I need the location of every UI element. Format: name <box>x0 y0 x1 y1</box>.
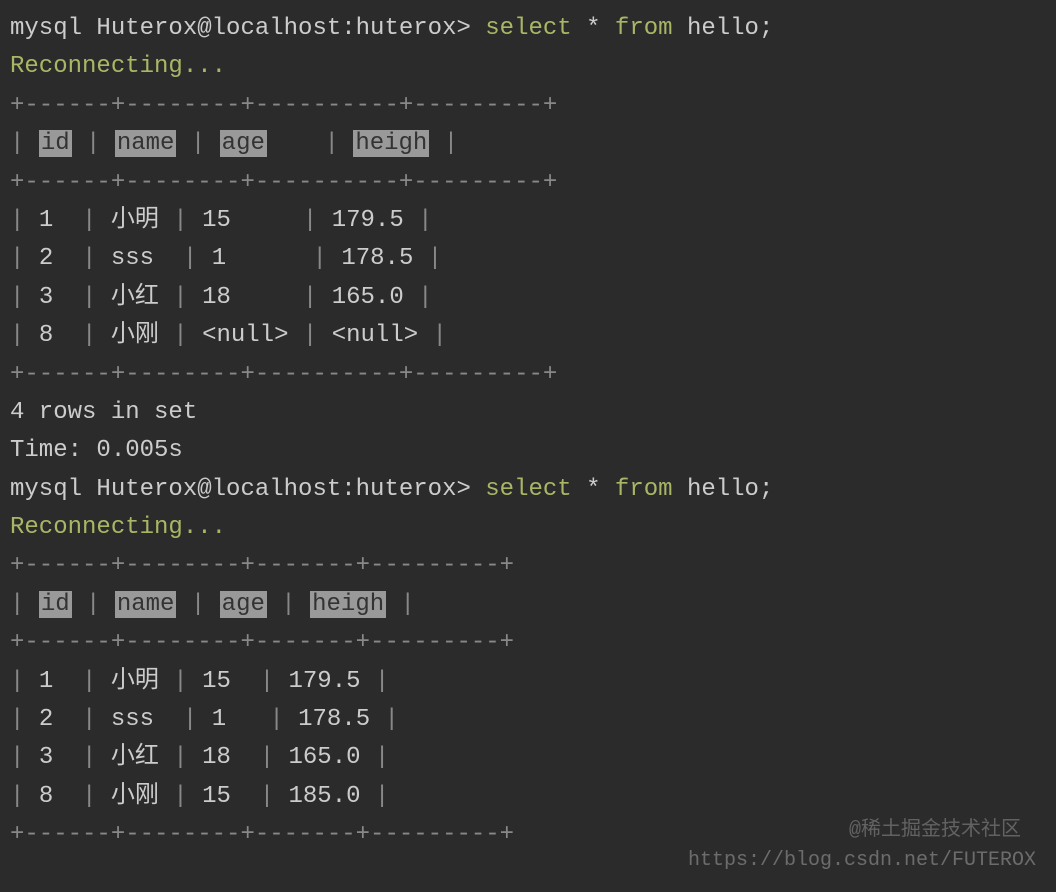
cell-id: 3 <box>39 284 53 311</box>
cell-age: 1 <box>212 245 226 272</box>
cell-name: 小明 <box>111 668 159 695</box>
reconnecting-status: Reconnecting... <box>10 514 226 541</box>
table-name: hello; <box>687 476 773 503</box>
col-header-name: name <box>115 130 177 157</box>
col-header-id: id <box>39 591 72 618</box>
cell-age: 15 <box>202 207 231 234</box>
cell-id: 3 <box>39 744 53 771</box>
cell-heigh: 178.5 <box>341 245 413 272</box>
cell-name: 小明 <box>111 207 159 234</box>
cell-heigh: 165.0 <box>332 284 404 311</box>
cell-id: 2 <box>39 706 53 733</box>
table-name: hello; <box>687 15 773 42</box>
cell-id: 2 <box>39 245 53 272</box>
col-header-age: age <box>220 130 267 157</box>
cell-heigh: 179.5 <box>289 668 361 695</box>
col-header-id: id <box>39 130 72 157</box>
cell-heigh: <null> <box>332 322 418 349</box>
cell-heigh: 179.5 <box>332 207 404 234</box>
cell-name: 小红 <box>111 744 159 771</box>
mysql-prompt: mysql Huterox@localhost:huterox> <box>10 15 485 42</box>
terminal-output: mysql Huterox@localhost:huterox> select … <box>10 10 1046 855</box>
col-header-heigh: heigh <box>353 130 429 157</box>
col-header-heigh: heigh <box>310 591 386 618</box>
asterisk: * <box>586 15 600 42</box>
cell-age: 15 <box>202 668 231 695</box>
cell-id: 1 <box>39 207 53 234</box>
table-border-top: +------+--------+-------+---------+ <box>10 552 514 579</box>
watermark-url: https://blog.csdn.net/FUTEROX <box>688 845 1036 877</box>
cell-heigh: 178.5 <box>298 706 370 733</box>
rows-summary: 4 rows in set <box>10 399 197 426</box>
asterisk: * <box>586 476 600 503</box>
cell-heigh: 165.0 <box>289 744 361 771</box>
cell-age: 18 <box>202 744 231 771</box>
table-border-top: +------+--------+----------+---------+ <box>10 92 557 119</box>
table-border-bot: +------+--------+-------+---------+ <box>10 821 514 848</box>
cell-id: 1 <box>39 668 53 695</box>
cell-age: 15 <box>202 783 231 810</box>
watermark-cn: @稀土掘金技术社区 <box>849 815 1021 847</box>
query-block-1: mysql Huterox@localhost:huterox> select … <box>10 10 1046 855</box>
cell-name: 小刚 <box>111 322 159 349</box>
cell-name: 小刚 <box>111 783 159 810</box>
execution-time: Time: 0.005s <box>10 437 183 464</box>
table-border-mid: +------+--------+----------+---------+ <box>10 169 557 196</box>
table-border-bot: +------+--------+----------+---------+ <box>10 361 557 388</box>
cell-age: 1 <box>212 706 226 733</box>
table-border-mid: +------+--------+-------+---------+ <box>10 629 514 656</box>
cell-name: sss <box>111 245 154 272</box>
select-keyword: select <box>485 15 571 42</box>
col-header-name: name <box>115 591 177 618</box>
cell-id: 8 <box>39 322 53 349</box>
reconnecting-status: Reconnecting... <box>10 53 226 80</box>
cell-age: <null> <box>202 322 288 349</box>
from-keyword: from <box>615 15 673 42</box>
from-keyword: from <box>615 476 673 503</box>
cell-name: sss <box>111 706 154 733</box>
cell-name: 小红 <box>111 284 159 311</box>
cell-heigh: 185.0 <box>289 783 361 810</box>
mysql-prompt: mysql Huterox@localhost:huterox> <box>10 476 485 503</box>
cell-age: 18 <box>202 284 231 311</box>
cell-id: 8 <box>39 783 53 810</box>
col-header-age: age <box>220 591 267 618</box>
select-keyword: select <box>485 476 571 503</box>
